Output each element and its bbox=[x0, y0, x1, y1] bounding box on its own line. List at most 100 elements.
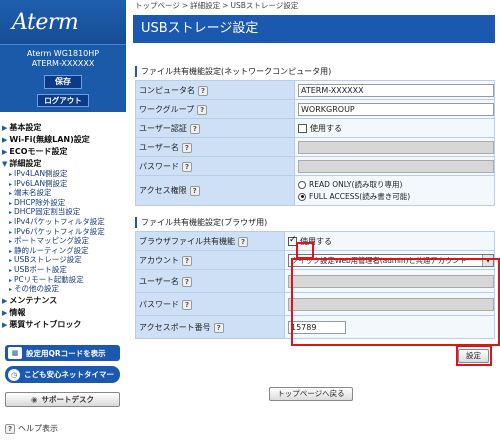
network-share-section-heading: ファイル共有機能設定(ネットワークコンピュータ用) bbox=[135, 66, 500, 77]
breadcrumb-top[interactable]: トップページ bbox=[135, 1, 180, 10]
arrow-icon: ▶ bbox=[2, 124, 8, 132]
bullet-icon: ▸ bbox=[9, 286, 13, 294]
sidebar-menu: ▶ 基本設定 ▶ Wi-Fi(無線LAN)設定 ▶ ECOモード設定 ▼ 詳細設定 ▸ IPv4L… bbox=[0, 112, 126, 331]
expanded-arrow-icon: ▼ bbox=[2, 160, 8, 168]
browser-username-label: ユーザー名 bbox=[139, 276, 179, 286]
access-port-input[interactable]: 15789 bbox=[288, 320, 346, 334]
breadcrumb-separator: > bbox=[181, 1, 189, 10]
support-desk-button[interactable]: ◉ サポートデスク bbox=[5, 392, 120, 407]
workgroup-input[interactable]: WORKGROUP bbox=[298, 102, 494, 116]
bullet-icon: ▸ bbox=[9, 257, 13, 265]
browser-password-input[interactable] bbox=[288, 297, 494, 311]
show-qr-code-label: 設定用QRコードを表示 bbox=[26, 348, 106, 358]
help-icon[interactable]: ? bbox=[213, 322, 224, 333]
network-share-table: コンピュータ名? ATERM-XXXXXX ワークグループ? WORKGROUP… bbox=[135, 80, 495, 206]
bullet-icon: ▸ bbox=[9, 228, 13, 236]
sidebar-category[interactable]: ▶ メンテナンス bbox=[0, 295, 126, 307]
logout-button[interactable]: ログアウト bbox=[37, 94, 89, 107]
browser-username-label-cell: ユーザー名? bbox=[135, 269, 285, 293]
user-auth-value-cell: 使用する bbox=[294, 118, 495, 138]
help-icon[interactable]: ? bbox=[182, 299, 192, 310]
headset-icon: ◉ bbox=[30, 395, 38, 404]
sidebar-category[interactable]: ▶ 基本設定 bbox=[0, 122, 126, 134]
computer-name-input[interactable]: ATERM-XXXXXX bbox=[298, 83, 494, 97]
kids-net-timer-button[interactable]: ◷ こども安心ネットタイマー bbox=[5, 366, 120, 383]
account-select[interactable]: クイック設定Web用管理者(admin)と共通アカウント ▼ bbox=[288, 253, 494, 267]
access-rights-row: アクセス権限? READ ONLY(読み取り専用) FULL ACCESS(読み… bbox=[135, 175, 495, 206]
settings-submit-button[interactable]: 設定 bbox=[458, 349, 489, 363]
bullet-icon: ▸ bbox=[9, 266, 13, 274]
user-auth-option-label: 使用する bbox=[310, 123, 342, 133]
network-password-input[interactable] bbox=[298, 159, 494, 173]
network-username-row: ユーザー名? bbox=[135, 137, 495, 157]
help-icon[interactable]: ? bbox=[189, 123, 200, 134]
radio-icon[interactable] bbox=[298, 180, 306, 189]
sidebar-item-label: USBポート設定 bbox=[14, 264, 67, 274]
arrow-icon: ▶ bbox=[2, 296, 8, 305]
browser-share-row: ブラウザファイル共有機能? 使用する bbox=[135, 231, 495, 251]
logo-area: Aterm bbox=[0, 0, 126, 44]
sidebar-category-label: Wi-Fi(無線LAN)設定 bbox=[9, 135, 90, 144]
sidebar-category-label: 情報 bbox=[9, 307, 26, 317]
browser-username-value-cell bbox=[284, 269, 495, 293]
network-password-row: パスワード? bbox=[135, 156, 495, 176]
bullet-icon: ▸ bbox=[9, 180, 13, 188]
save-button[interactable]: 保存 bbox=[44, 75, 82, 89]
help-icon[interactable]: ? bbox=[181, 276, 192, 287]
browser-share-checkbox[interactable] bbox=[288, 235, 297, 246]
dropdown-arrow-icon[interactable]: ▼ bbox=[482, 254, 493, 266]
breadcrumb-advanced[interactable]: 詳細設定 bbox=[190, 1, 220, 10]
network-username-input[interactable] bbox=[298, 140, 494, 154]
sidebar-category[interactable]: ▶ ECOモード設定 bbox=[0, 146, 126, 158]
account-label-cell: アカウント? bbox=[135, 250, 285, 270]
help-icon: ? bbox=[5, 423, 15, 434]
help-icon[interactable]: ? bbox=[198, 85, 208, 96]
sidebar-category[interactable]: ▶ 悪質サイトブロック bbox=[0, 319, 126, 331]
kids-net-timer-label: こども安心ネットタイマー bbox=[24, 370, 114, 379]
help-icon[interactable]: ? bbox=[182, 161, 192, 172]
browser-username-input[interactable] bbox=[288, 274, 494, 288]
browser-password-label: パスワード bbox=[139, 299, 179, 309]
breadcrumb: トップページ > 詳細設定 > USBストレージ設定 bbox=[133, 0, 500, 12]
radio-icon[interactable] bbox=[298, 192, 306, 201]
help-icon[interactable]: ? bbox=[197, 104, 208, 115]
access-readonly-option[interactable]: READ ONLY(読み取り専用) bbox=[298, 179, 494, 191]
bullet-icon: ▸ bbox=[9, 247, 13, 255]
main-content: トップページ > 詳細設定 > USBストレージ設定 USBストレージ設定 ファイル共有… bbox=[133, 0, 500, 445]
network-username-label: ユーザー名 bbox=[139, 142, 179, 152]
help-icon[interactable]: ? bbox=[238, 236, 248, 247]
help-link[interactable]: ? ヘルプ表示 bbox=[5, 423, 58, 434]
network-password-label: パスワード bbox=[139, 161, 179, 171]
device-info: Aterm WG1810HP ATERM-XXXXXX 保存 ログアウト bbox=[0, 44, 126, 112]
access-full-option[interactable]: FULL ACCESS(読み書き可能) bbox=[298, 191, 494, 203]
user-auth-label-cell: ユーザー認証? bbox=[135, 118, 295, 138]
computer-name-value-cell: ATERM-XXXXXX bbox=[294, 80, 495, 100]
browser-share-table: ブラウザファイル共有機能? 使用する アカウント? クイック設定Web用管理者(… bbox=[135, 231, 495, 339]
breadcrumb-current: USBストレージ設定 bbox=[230, 1, 299, 10]
help-icon[interactable]: ? bbox=[182, 255, 192, 266]
access-rights-label-cell: アクセス権限? bbox=[135, 175, 295, 206]
help-icon[interactable]: ? bbox=[189, 186, 200, 196]
page-title: USBストレージ設定 bbox=[133, 15, 495, 43]
browser-username-row: ユーザー名? bbox=[135, 269, 495, 293]
browser-share-option-label: 使用する bbox=[300, 236, 332, 246]
show-qr-code-button[interactable]: ▦ 設定用QRコードを表示 bbox=[5, 345, 120, 361]
bullet-icon: ▸ bbox=[9, 209, 13, 217]
sidebar-item-label: DHCP除外設定 bbox=[14, 197, 66, 207]
sidebar-category[interactable]: ▶ 情報 bbox=[0, 307, 126, 319]
workgroup-label-cell: ワークグループ? bbox=[135, 99, 295, 119]
arrow-icon: ▶ bbox=[2, 136, 8, 144]
access-port-row: アクセスポート番号? 15789 bbox=[135, 315, 495, 339]
sidebar-item-label: USBストレージ設定 bbox=[14, 255, 82, 265]
arrow-icon: ▶ bbox=[2, 308, 8, 317]
sidebar-category[interactable]: ▶ Wi-Fi(無線LAN)設定 bbox=[0, 134, 126, 146]
sidebar-item[interactable]: ▸ その他の設定 bbox=[0, 284, 126, 295]
back-to-top-button[interactable]: トップページへ戻る bbox=[269, 387, 353, 401]
sidebar-item-label: 端末名設定 bbox=[14, 188, 52, 198]
help-icon[interactable]: ? bbox=[181, 142, 192, 153]
user-auth-checkbox[interactable] bbox=[298, 123, 307, 133]
access-rights-label: アクセス権限 bbox=[139, 186, 187, 195]
support-desk-label: サポートデスク bbox=[41, 395, 95, 404]
sidebar-category-label: 悪質サイトブロック bbox=[9, 319, 82, 329]
network-username-label-cell: ユーザー名? bbox=[135, 137, 295, 157]
